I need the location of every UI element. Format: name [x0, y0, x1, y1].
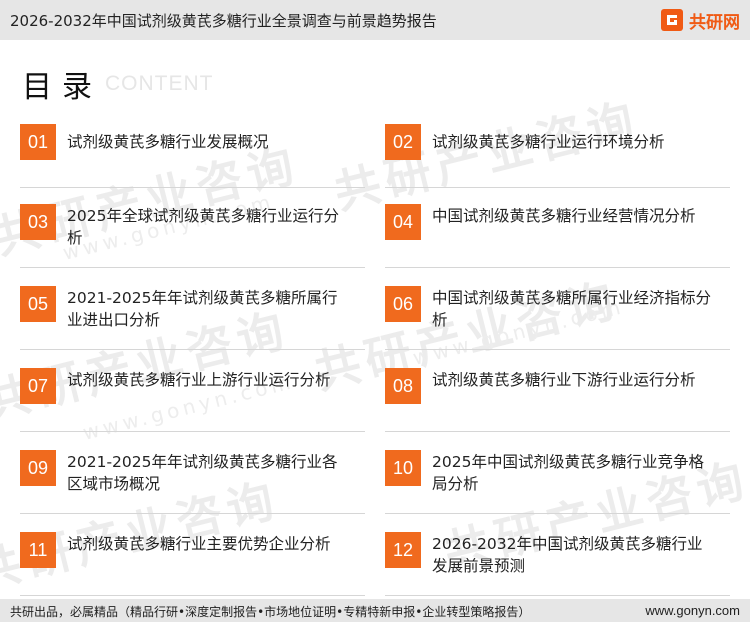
- toc-item[interactable]: 01 试剂级黄芪多糖行业发展概况: [20, 124, 365, 188]
- toc-item-label: 2021-2025年年试剂级黄芪多糖所属行业进出口分析: [67, 289, 338, 329]
- toc-item-label: 2021-2025年年试剂级黄芪多糖行业各区域市场概况: [67, 453, 338, 493]
- brand-logo-icon: [661, 9, 683, 31]
- toc-item-number: 04: [385, 204, 421, 240]
- toc-title: 目录: [22, 70, 102, 105]
- toc-item[interactable]: 02 试剂级黄芪多糖行业运行环境分析: [385, 124, 730, 188]
- toc-item-number: 06: [385, 286, 421, 322]
- toc-item[interactable]: 12 2026-2032年中国试剂级黄芪多糖行业发展前景预测: [385, 532, 730, 596]
- toc-item-label: 中国试剂级黄芪多糖行业经营情况分析: [432, 207, 696, 225]
- toc-item-number: 12: [385, 532, 421, 568]
- toc-item-label: 2026-2032年中国试剂级黄芪多糖行业发展前景预测: [432, 535, 703, 575]
- toc-item-number: 08: [385, 368, 421, 404]
- toc-item[interactable]: 11 试剂级黄芪多糖行业主要优势企业分析: [20, 532, 365, 596]
- toc-item-number: 01: [20, 124, 56, 160]
- toc-item-label: 试剂级黄芪多糖行业主要优势企业分析: [67, 535, 331, 553]
- toc-item-number: 11: [20, 532, 56, 568]
- brand: 共研网: [660, 7, 740, 33]
- toc-item[interactable]: 09 2021-2025年年试剂级黄芪多糖行业各区域市场概况: [20, 450, 365, 514]
- toc-item-label: 试剂级黄芪多糖行业发展概况: [67, 133, 269, 151]
- report-title: 2026-2032年中国试剂级黄芪多糖行业全景调查与前景趋势报告: [10, 12, 437, 30]
- brand-name: 共研网: [689, 12, 740, 33]
- toc-item-number: 09: [20, 450, 56, 486]
- toc-item-label: 试剂级黄芪多糖行业上游行业运行分析: [67, 371, 331, 389]
- toc-item-number: 05: [20, 286, 56, 322]
- footer-url: www.gonyn.com: [645, 603, 740, 618]
- toc-item-number: 02: [385, 124, 421, 160]
- toc-item[interactable]: 03 2025年全球试剂级黄芪多糖行业运行分析: [20, 204, 365, 268]
- toc-item-number: 03: [20, 204, 56, 240]
- toc-item-label: 2025年全球试剂级黄芪多糖行业运行分析: [67, 207, 339, 247]
- footer-bar: 共研出品，必属精品（精品行研•深度定制报告•市场地位证明•专精特新申报•企业转型…: [0, 599, 750, 622]
- toc-item-label: 2025年中国试剂级黄芪多糖行业竞争格局分析: [432, 453, 704, 493]
- toc-item-number: 07: [20, 368, 56, 404]
- toc-item[interactable]: 06 中国试剂级黄芪多糖所属行业经济指标分析: [385, 286, 730, 350]
- toc-item-label: 试剂级黄芪多糖行业运行环境分析: [432, 133, 665, 151]
- toc-item[interactable]: 10 2025年中国试剂级黄芪多糖行业竞争格局分析: [385, 450, 730, 514]
- toc-item-label: 中国试剂级黄芪多糖所属行业经济指标分析: [432, 289, 712, 329]
- toc-item[interactable]: 07 试剂级黄芪多糖行业上游行业运行分析: [20, 368, 365, 432]
- header-bar: 2026-2032年中国试剂级黄芪多糖行业全景调查与前景趋势报告 共研网: [0, 0, 750, 40]
- toc-item[interactable]: 04 中国试剂级黄芪多糖行业经营情况分析: [385, 204, 730, 268]
- toc-item[interactable]: 05 2021-2025年年试剂级黄芪多糖所属行业进出口分析: [20, 286, 365, 350]
- toc-item-label: 试剂级黄芪多糖行业下游行业运行分析: [432, 371, 696, 389]
- footer-slogan: 共研出品，必属精品（精品行研•深度定制报告•市场地位证明•专精特新申报•企业转型…: [10, 605, 531, 619]
- toc-item[interactable]: 08 试剂级黄芪多糖行业下游行业运行分析: [385, 368, 730, 432]
- toc-item-number: 10: [385, 450, 421, 486]
- toc-subtitle: CONTENT: [105, 72, 214, 95]
